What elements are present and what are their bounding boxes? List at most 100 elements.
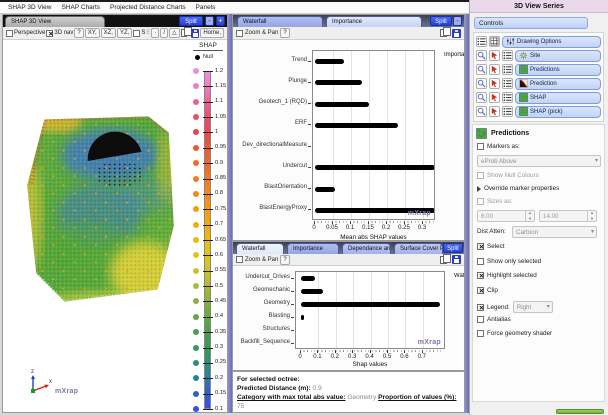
menu-shap-charts[interactable]: SHAP Charts xyxy=(61,4,100,11)
scale-tick xyxy=(203,409,213,410)
gridline xyxy=(405,272,406,348)
scale-tick xyxy=(203,286,213,287)
list-icon[interactable] xyxy=(502,64,513,75)
green-square-icon xyxy=(519,93,528,102)
help-button[interactable]: ? xyxy=(74,28,83,38)
triangle-tool-button[interactable]: △ xyxy=(169,28,180,38)
save-icon[interactable] xyxy=(452,29,461,38)
markers-as-checkbox[interactable] xyxy=(477,143,484,150)
checkbox[interactable] xyxy=(477,272,484,279)
apply-button-partial[interactable] xyxy=(556,409,604,414)
dist-atten-label: Dist Atten: xyxy=(477,228,506,235)
menu-shap-3d-view[interactable]: SHAP 3D View xyxy=(8,4,51,11)
list-icon[interactable] xyxy=(502,92,513,103)
series-button-predictions[interactable]: Predictions xyxy=(515,64,601,76)
yz-view-button[interactable]: YZ, xyxy=(117,28,132,38)
minimize-button[interactable]: - xyxy=(205,16,214,26)
zoom-icon[interactable] xyxy=(476,64,487,75)
sizes-as-checkbox[interactable] xyxy=(477,198,484,205)
tab-surface-cover[interactable]: Surface Cover Prob xyxy=(394,243,443,254)
maximize-button[interactable]: + xyxy=(216,16,225,26)
3d-viewport[interactable]: z x mXrap SHAP Null 1.21.151.11.0510.950… xyxy=(3,40,227,412)
nav3d-checkbox[interactable] xyxy=(46,30,53,37)
pick-icon[interactable] xyxy=(489,64,500,75)
copy-icon[interactable] xyxy=(440,256,447,264)
tab-waterfall[interactable]: Waterfall xyxy=(236,243,284,254)
menu-projected-distance-charts[interactable]: Projected Distance Charts xyxy=(110,4,186,11)
bar-geometry xyxy=(301,302,440,307)
minimize-button[interactable]: - xyxy=(453,16,462,26)
zoom-pan-checkbox[interactable] xyxy=(236,256,243,263)
split-button[interactable]: Split xyxy=(443,243,463,253)
split-button[interactable]: Split xyxy=(179,16,203,26)
split-button[interactable]: Split xyxy=(430,16,452,26)
checkbox[interactable] xyxy=(477,330,484,337)
mxrap-watermark: mXrap xyxy=(418,339,441,346)
xz-view-button[interactable]: XZ, xyxy=(101,28,116,38)
plot-area[interactable]: mXrap xyxy=(295,271,445,349)
markers-dropdown[interactable]: eProb Above xyxy=(477,155,601,167)
dist-atten-dropdown[interactable]: Cartoon xyxy=(512,226,597,238)
save-icon[interactable] xyxy=(191,29,199,38)
grid-icon[interactable] xyxy=(489,36,500,47)
size-max-spinbox[interactable]: 14.00 xyxy=(539,210,597,222)
series-button-site[interactable]: Site xyxy=(515,50,601,62)
tab-shap-3d-view[interactable]: SHAP 3D View xyxy=(5,16,105,27)
copy-icon[interactable] xyxy=(440,29,447,37)
point-tool-button[interactable]: · xyxy=(151,28,159,38)
checkbox[interactable] xyxy=(477,316,484,323)
zoom-icon[interactable] xyxy=(476,78,487,89)
s-checkbox[interactable] xyxy=(133,30,140,37)
tab-importance[interactable]: Importance xyxy=(326,16,422,27)
size-min-spinbox[interactable]: 6.00 xyxy=(477,210,535,222)
help-button[interactable]: ? xyxy=(280,28,289,38)
pick-icon[interactable] xyxy=(489,50,500,61)
controls-button[interactable]: Controls xyxy=(474,17,588,29)
zoom-pan-checkbox[interactable] xyxy=(236,30,243,37)
home-view-button[interactable]: Home, xyxy=(200,28,224,38)
line-tool-button[interactable]: / xyxy=(160,28,168,38)
xy-view-button[interactable]: XY, xyxy=(85,28,100,38)
checkbox[interactable] xyxy=(477,258,484,265)
tab-waterfall[interactable]: Waterfall xyxy=(237,16,323,27)
pick-icon[interactable] xyxy=(489,78,500,89)
series-button-shap[interactable]: SHAP xyxy=(515,92,601,104)
list-icon[interactable] xyxy=(502,50,513,61)
checkbox[interactable] xyxy=(477,243,484,250)
copy-icon[interactable] xyxy=(181,29,188,37)
perspective-checkbox[interactable] xyxy=(6,30,13,37)
show-null-checkbox[interactable] xyxy=(477,172,484,179)
list-icon[interactable] xyxy=(502,106,513,117)
series-button-prediction[interactable]: Prediction xyxy=(515,78,601,90)
zoom-icon[interactable] xyxy=(476,50,487,61)
help-button[interactable]: ? xyxy=(280,255,289,265)
scale-tick-label: 0.55 xyxy=(215,267,226,273)
scale-dot xyxy=(193,360,199,366)
zoom-icon[interactable] xyxy=(476,92,487,103)
series-button-shap-pick-[interactable]: SHAP (pick) xyxy=(515,106,601,118)
series-row: Drawing Options xyxy=(476,35,601,48)
top-chart-toolbar: Zoom & Pan ? xyxy=(233,27,464,40)
list-icon[interactable] xyxy=(476,36,487,47)
y-tick-mark xyxy=(308,146,311,147)
pick-icon[interactable] xyxy=(489,106,500,117)
tab-importance[interactable]: Importance xyxy=(287,243,339,254)
list-icon[interactable] xyxy=(502,78,513,89)
plot-area[interactable]: mXrap xyxy=(312,50,435,220)
gridline xyxy=(423,272,424,348)
series-button-drawing-options[interactable]: Drawing Options xyxy=(502,36,601,48)
point-cloud[interactable] xyxy=(17,94,189,322)
bar-geotech-1-rqd- xyxy=(315,102,369,107)
menu-panels[interactable]: Panels xyxy=(196,4,216,11)
zoom-icon[interactable] xyxy=(476,106,487,117)
checkbox[interactable] xyxy=(477,287,484,294)
scale-tick xyxy=(203,148,213,149)
importance-chart: TrendPlungeGeotech_1 (RQD)ERFDev_directi… xyxy=(233,40,464,240)
checkbox[interactable] xyxy=(477,304,484,311)
tab-dependance[interactable]: Dependance and in xyxy=(342,243,391,254)
checkbox-label: Legend: xyxy=(487,304,510,311)
legend-position-dropdown[interactable]: Right xyxy=(513,301,553,313)
save-icon[interactable] xyxy=(452,255,461,264)
pick-icon[interactable] xyxy=(489,92,500,103)
override-expander[interactable]: Override marker properties xyxy=(477,185,559,192)
